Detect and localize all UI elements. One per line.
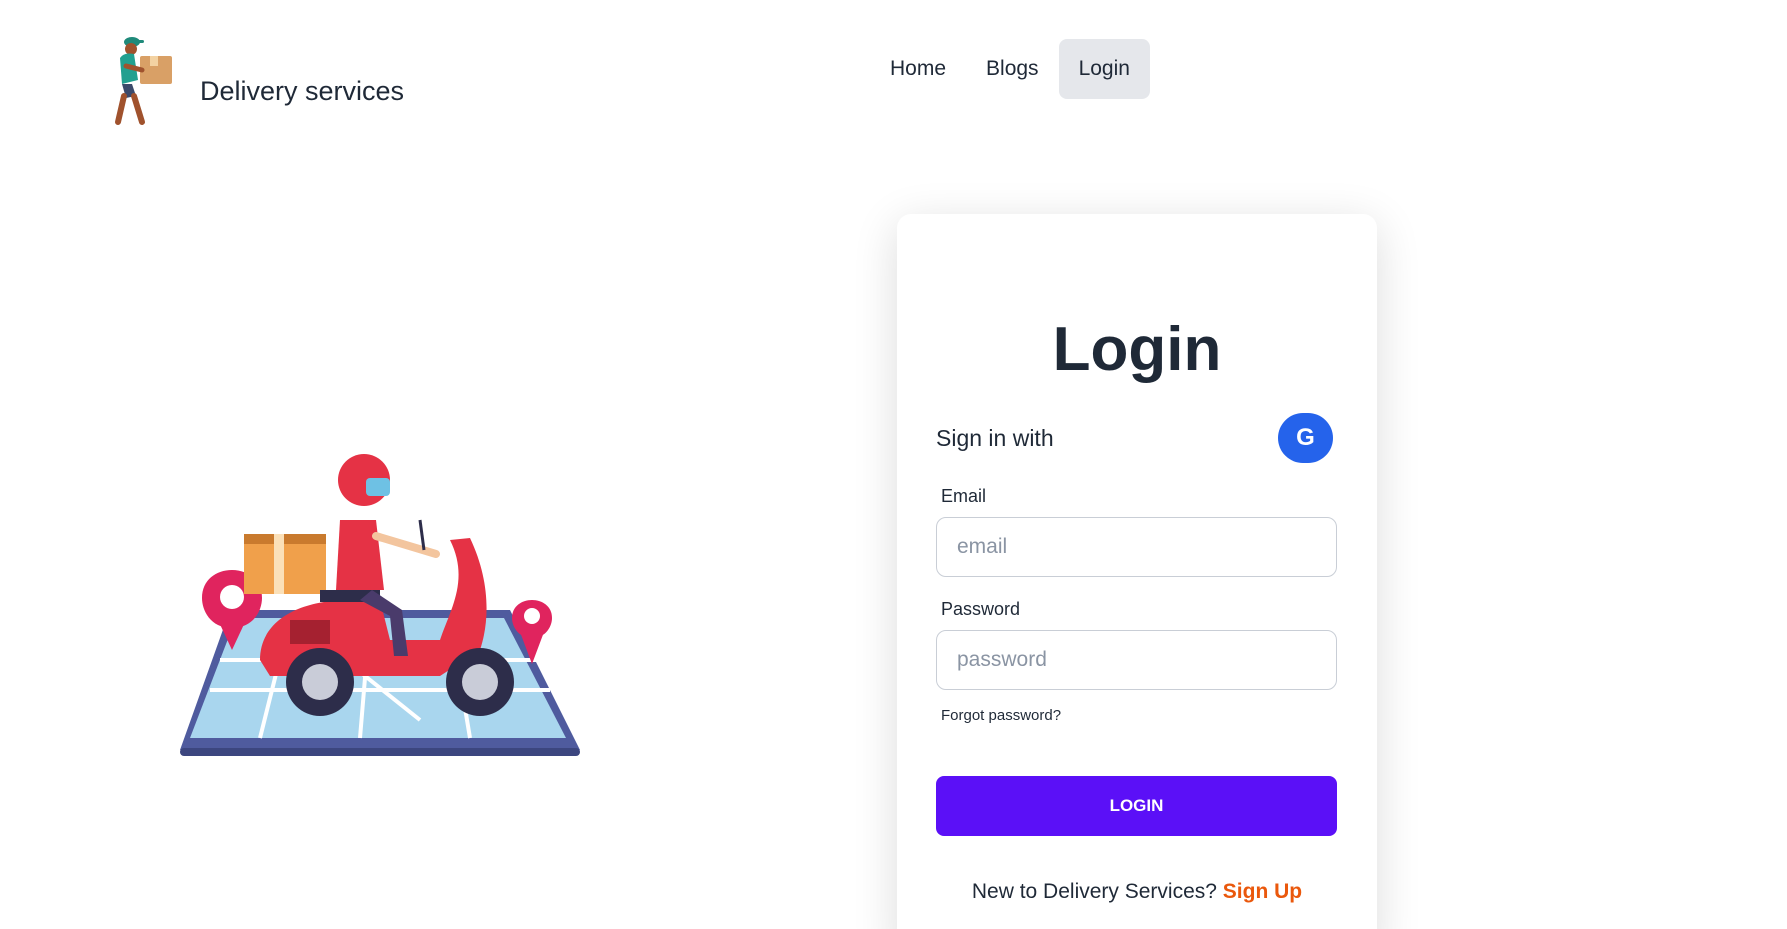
google-icon: G <box>1296 424 1315 451</box>
brand[interactable] <box>112 36 188 144</box>
forgot-password-link[interactable]: Forgot password? <box>941 707 1061 724</box>
nav-blogs[interactable]: Blogs <box>966 39 1059 99</box>
login-card: Login Sign in with G Email Password Forg… <box>897 214 1377 929</box>
signup-prompt-text: New to Delivery Services? <box>971 880 1217 903</box>
email-label: Email <box>941 486 987 506</box>
nav-home[interactable]: Home <box>870 39 966 99</box>
delivery-scooter-illustration <box>180 454 580 756</box>
delivery-man-icon <box>115 37 172 125</box>
social-signin-row: Sign in with G <box>936 413 1333 463</box>
google-signin-button[interactable]: G <box>1278 413 1333 463</box>
sign-in-with-label: Sign in with <box>936 424 1054 451</box>
nav-login[interactable]: Login <box>1058 39 1150 99</box>
main-nav: Home Blogs Login <box>870 39 1150 99</box>
brand-name[interactable]: Delivery services <box>200 76 404 107</box>
signup-prompt: New to Delivery Services? Sign Up <box>897 880 1377 904</box>
page-title: Login <box>1052 315 1222 384</box>
login-button[interactable]: LOGIN <box>936 776 1337 836</box>
email-field[interactable] <box>936 517 1337 577</box>
password-label: Password <box>941 599 1021 619</box>
password-field[interactable] <box>936 630 1337 690</box>
signup-link[interactable]: Sign Up <box>1223 880 1302 903</box>
